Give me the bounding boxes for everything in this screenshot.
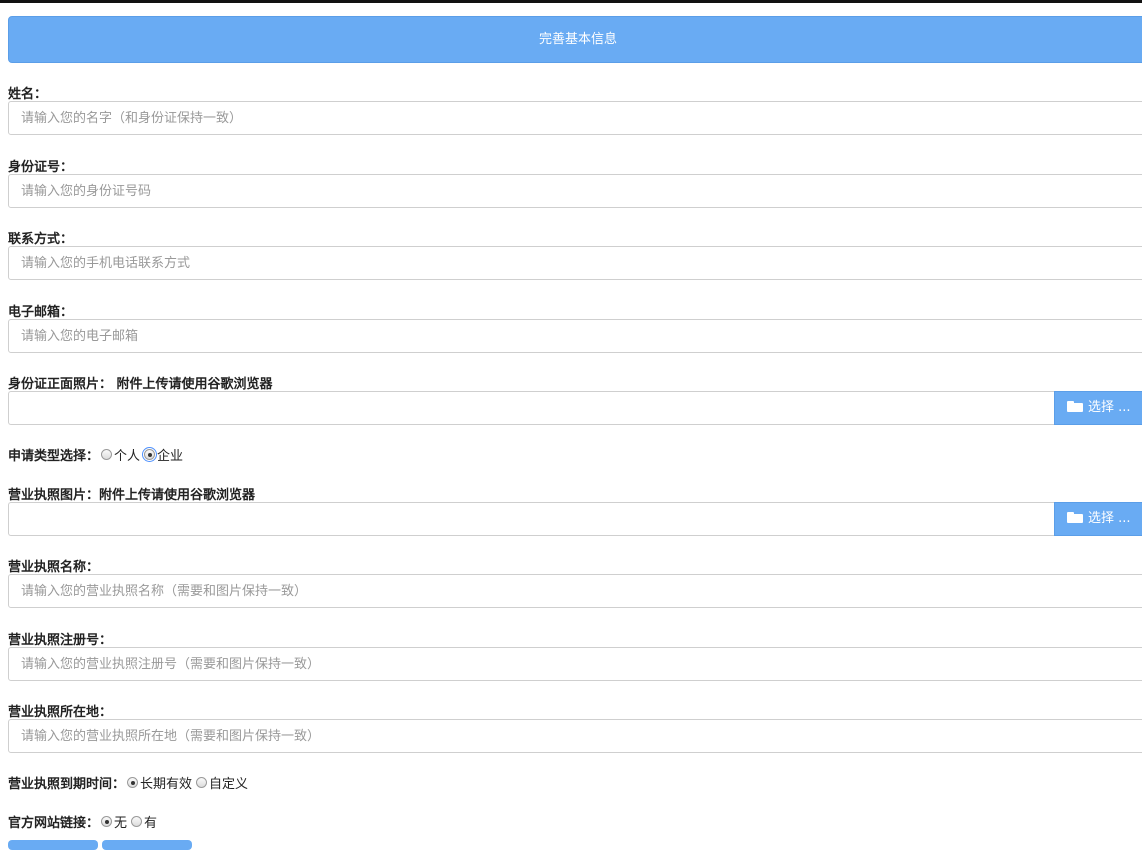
apply-type-option-personal: 个人 [114,449,141,464]
license-location-input[interactable] [8,719,1142,753]
folder-open-icon [1067,401,1083,412]
id-photo-file-field[interactable] [8,391,1054,425]
top-border [0,0,1142,3]
reset-button[interactable] [102,840,192,850]
submit-button[interactable] [8,840,98,850]
id-number-input[interactable] [8,174,1142,208]
license-expiry-option-custom: 自定义 [209,777,249,792]
license-expiry-radio-custom[interactable] [196,777,208,788]
license-expiry-group: 营业执照到期时间： 长期有效 自定义 [8,773,250,792]
website-option-yes: 有 [144,816,158,831]
license-location-label: 营业执照所在地： [8,705,113,720]
contact-input[interactable] [8,246,1142,280]
apply-type-group: 申请类型选择： 个人 企业 [8,445,185,464]
name-label: 姓名： [8,87,48,102]
id-number-label: 身份证号： [8,160,74,175]
name-input[interactable] [8,101,1142,135]
license-photo-select-button[interactable]: 选择 ... [1054,502,1142,536]
contact-label: 联系方式： [8,232,74,247]
license-photo-select-label: 选择 ... [1088,511,1131,526]
license-name-input[interactable] [8,574,1142,608]
id-photo-select-label: 选择 ... [1088,400,1131,415]
license-reg-no-input[interactable] [8,647,1142,681]
website-option-none: 无 [114,816,128,831]
license-photo-label: 营业执照图片：附件上传请使用谷歌浏览器 [8,488,256,503]
license-expiry-radio-longterm[interactable] [127,777,139,788]
email-input[interactable] [8,319,1142,353]
license-reg-no-label: 营业执照注册号： [8,633,113,648]
website-group: 官方网站链接： 无 有 [8,812,159,831]
license-expiry-option-longterm: 长期有效 [140,777,193,792]
apply-type-label: 申请类型选择： [8,449,100,464]
apply-type-radio-company[interactable] [142,447,158,462]
website-radio-yes[interactable] [131,816,143,827]
id-photo-label: 身份证正面照片： 附件上传请使用谷歌浏览器 [8,377,273,392]
website-radio-none[interactable] [101,816,113,827]
apply-type-radio-personal[interactable] [101,449,113,460]
license-name-label: 营业执照名称： [8,560,100,575]
license-expiry-label: 营业执照到期时间： [8,777,126,792]
website-label: 官方网站链接： [8,816,100,831]
license-photo-file-field[interactable] [8,502,1054,536]
id-photo-select-button[interactable]: 选择 ... [1054,391,1142,425]
page-title: 完善基本信息 [8,16,1142,63]
apply-type-option-company: 企业 [157,449,184,464]
email-label: 电子邮箱： [8,305,74,320]
folder-open-icon [1067,512,1083,523]
